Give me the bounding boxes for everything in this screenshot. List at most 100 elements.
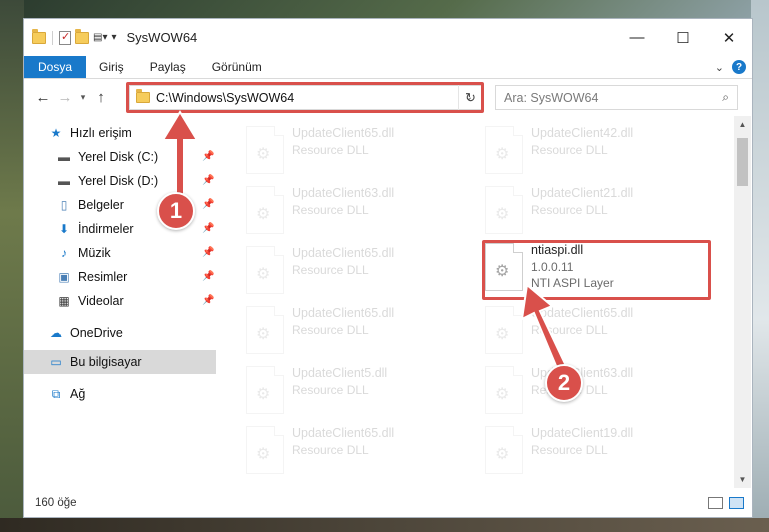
desktop-background-bottom [0, 518, 769, 532]
pin-icon[interactable]: 📌 [202, 271, 214, 282]
toolbar-dropdown-icon[interactable]: ▾ [111, 32, 116, 43]
refresh-button[interactable]: ↻ [458, 85, 482, 110]
address-bar[interactable]: C:\Windows\SysWOW64 ⌄ [129, 85, 482, 110]
large-icons-view-icon[interactable] [729, 497, 744, 509]
details-view-icon[interactable] [708, 497, 723, 509]
nav-local-disk-c[interactable]: ▬ Yerel Disk (C:) [56, 146, 158, 168]
nav-local-disk-d[interactable]: ▬ Yerel Disk (D:) [56, 170, 158, 192]
new-folder-icon[interactable] [75, 28, 89, 44]
nav-label: Yerel Disk (C:) [78, 150, 159, 164]
pin-icon[interactable]: 📌 [202, 151, 214, 162]
file-item[interactable]: ⚙ UpdateClient5.dll Resource DLL [246, 366, 387, 414]
file-item[interactable]: ⚙ UpdateClient65.dll Resource DLL [485, 306, 633, 354]
desktop-background-left [0, 0, 24, 532]
help-icon[interactable]: ? [732, 60, 746, 74]
file-item[interactable]: ⚙ UpdateClient65.dll Resource DLL [246, 126, 394, 174]
file-description: Resource DLL [292, 263, 369, 277]
cloud-icon: ☁ [50, 326, 62, 340]
nav-this-pc[interactable]: ▭ Bu bilgisayar [48, 351, 141, 373]
tab-giris[interactable]: Giriş [86, 56, 137, 78]
scroll-up-icon[interactable]: ▲ [734, 116, 751, 133]
file-description: Resource DLL [292, 323, 369, 337]
file-description: Resource DLL [531, 143, 608, 157]
tab-gorunum[interactable]: Görünüm [199, 56, 275, 78]
desktop-background-right [751, 0, 769, 532]
item-count: 160 öğe [35, 497, 77, 509]
navigation-pane: ★ Hızlı erişim ▬ Yerel Disk (C:) ▬ Yerel… [24, 116, 216, 488]
file-description: Resource DLL [531, 323, 608, 337]
file-item[interactable]: ⚙ UpdateClient21.dll Resource DLL [485, 186, 633, 234]
scroll-thumb[interactable] [737, 138, 748, 186]
search-icon[interactable]: ⌕ [722, 90, 729, 105]
dll-file-icon: ⚙ [246, 426, 284, 474]
gear-icon: ⚙ [495, 386, 510, 403]
status-bar: 160 öğe [24, 489, 752, 517]
vertical-scrollbar[interactable]: ▲ ▼ [734, 116, 751, 488]
minimize-button[interactable]: — [614, 19, 660, 56]
pin-icon[interactable]: 📌 [202, 223, 214, 234]
file-name: UpdateClient65.dll [292, 306, 395, 320]
close-button[interactable]: ✕ [706, 19, 752, 56]
nav-downloads[interactable]: ⬇ İndirmeler [56, 218, 134, 240]
back-button[interactable]: ← [32, 89, 54, 106]
maximize-button[interactable]: ☐ [660, 19, 706, 56]
pin-icon[interactable]: 📌 [202, 295, 214, 306]
dll-file-icon: ⚙ [246, 306, 284, 354]
dll-file-icon: ⚙ [485, 426, 523, 474]
download-icon: ⬇ [58, 222, 70, 236]
nav-videos[interactable]: ▦ Videolar [56, 290, 124, 312]
file-name: UpdateClient42.dll [531, 126, 634, 140]
scroll-down-icon[interactable]: ▼ [734, 471, 751, 488]
search-input[interactable]: Ara: SysWOW64 ⌕ [495, 85, 738, 110]
dll-file-icon: ⚙ [485, 306, 523, 354]
nav-pictures[interactable]: ▣ Resimler [56, 266, 127, 288]
nav-network[interactable]: ⧉ Ağ [48, 383, 86, 405]
nav-quick-access[interactable]: ★ Hızlı erişim [48, 122, 132, 144]
music-icon: ♪ [61, 246, 67, 260]
file-item[interactable]: ⚙ UpdateClient63.dll Resource DLL [246, 186, 394, 234]
properties-icon[interactable] [59, 30, 71, 45]
folder-icon [32, 28, 46, 44]
nav-label: Müzik [78, 246, 111, 260]
nav-label: Videolar [78, 294, 124, 308]
pin-icon[interactable]: 📌 [202, 199, 214, 210]
content-area: ★ Hızlı erişim ▬ Yerel Disk (C:) ▬ Yerel… [24, 116, 752, 488]
nav-label: Hızlı erişim [70, 126, 132, 140]
address-path[interactable]: C:\Windows\SysWOW64 [156, 91, 294, 105]
gear-icon: ⚙ [256, 146, 271, 163]
customize-toolbar-icon[interactable]: ▤▾ [93, 32, 107, 43]
gear-icon: ⚙ [256, 266, 271, 283]
file-item[interactable]: ⚙ UpdateClient42.dll Resource DLL [485, 126, 633, 174]
gear-icon: ⚙ [256, 386, 271, 403]
file-item[interactable]: ⚙ UpdateClient65.dll Resource DLL [246, 426, 394, 474]
dll-file-icon: ⚙ [246, 186, 284, 234]
up-button[interactable]: ↑ [90, 89, 112, 106]
nav-onedrive[interactable]: ☁ OneDrive [48, 322, 123, 344]
pin-icon[interactable]: 📌 [202, 175, 214, 186]
file-name: UpdateClient65.dll [292, 426, 395, 440]
nav-music[interactable]: ♪ Müzik [56, 242, 111, 264]
expand-ribbon-icon[interactable]: ⌄ [715, 61, 724, 74]
recent-locations-icon[interactable]: ▾ [76, 92, 90, 103]
forward-button[interactable]: → [54, 89, 76, 106]
file-item[interactable]: ⚙ UpdateClient19.dll Resource DLL [485, 426, 633, 474]
file-item[interactable]: ⚙ UpdateClient65.dll Resource DLL [246, 306, 394, 354]
file-name: UpdateClient65.dll [292, 126, 395, 140]
file-name: UpdateClient63.dll [292, 186, 395, 200]
dll-file-icon: ⚙ [246, 126, 284, 174]
file-item[interactable]: ⚙ UpdateClient65.dll Resource DLL [246, 246, 394, 294]
pin-icon[interactable]: 📌 [202, 247, 214, 258]
tab-paylas[interactable]: Paylaş [137, 56, 199, 78]
folder-icon [136, 89, 150, 103]
nav-documents[interactable]: ▯ Belgeler [56, 194, 124, 216]
videos-icon: ▦ [58, 294, 70, 308]
dll-file-icon: ⚙ [485, 366, 523, 414]
explorer-window: ▤▾ ▾ SysWOW64 — ☐ ✕ Dosya Giriş Paylaş G… [23, 18, 753, 518]
address-row: ← → ▾ ↑ C:\Windows\SysWOW64 ⌄ ↻ Ara: Sys… [24, 79, 752, 116]
tab-dosya[interactable]: Dosya [24, 56, 87, 78]
file-name: UpdateClient19.dll [531, 426, 634, 440]
file-name: UpdateClient65.dll [292, 246, 395, 260]
quick-access-toolbar: ▤▾ ▾ [32, 28, 117, 45]
network-icon: ⧉ [51, 386, 61, 401]
step-badge-1: 1 [157, 192, 195, 230]
